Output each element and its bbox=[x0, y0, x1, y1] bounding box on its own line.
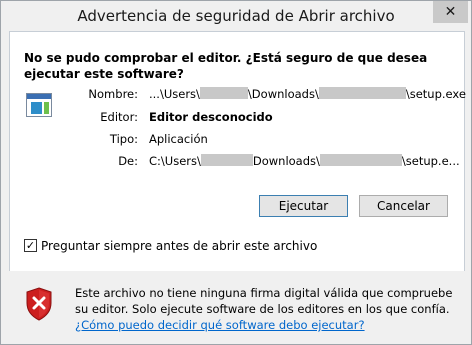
always-ask-checkbox[interactable]: ✓ bbox=[24, 239, 37, 252]
type-row: Tipo: Aplicación bbox=[10, 131, 464, 147]
close-icon: ✕ bbox=[444, 4, 457, 20]
close-button[interactable]: ✕ bbox=[433, 1, 468, 23]
title-bar[interactable]: Advertencia de seguridad de Abrir archiv… bbox=[1, 1, 471, 32]
publisher-label: Editor: bbox=[100, 110, 138, 124]
name-row: Nombre: ...\Users\ \Downloads\ \setup.exe bbox=[10, 86, 466, 102]
type-label: Tipo: bbox=[109, 132, 138, 146]
content-panel: No se pudo comprobar el editor. ¿Está se… bbox=[9, 31, 466, 273]
run-button[interactable]: Ejecutar bbox=[259, 195, 348, 217]
always-ask-label[interactable]: Preguntar siempre antes de abrir este ar… bbox=[41, 239, 317, 253]
security-shield-warning-icon bbox=[26, 287, 52, 321]
from-value-part: C:\Users\ bbox=[149, 154, 201, 168]
from-row: De: C:\Users\ Downloads\ \setup.e... bbox=[10, 153, 464, 169]
from-label: De: bbox=[118, 154, 138, 168]
from-value-part: \setup.e... bbox=[401, 154, 460, 168]
redacted-block bbox=[199, 87, 248, 99]
warning-message: Este archivo no tiene ninguna firma digi… bbox=[75, 286, 453, 316]
from-value: C:\Users\ Downloads\ \setup.e... bbox=[149, 153, 460, 169]
security-warning-dialog: Advertencia de seguridad de Abrir archiv… bbox=[0, 0, 472, 345]
redacted-block bbox=[318, 87, 406, 99]
type-value: Aplicación bbox=[149, 132, 208, 146]
from-value-part: Downloads\ bbox=[252, 154, 320, 168]
question-text: No se pudo comprobar el editor. ¿Está se… bbox=[24, 51, 428, 81]
cancel-button[interactable]: Cancelar bbox=[359, 195, 448, 217]
warning-text: Este archivo no tiene ninguna firma digi… bbox=[75, 285, 457, 333]
name-value: ...\Users\ \Downloads\ \setup.exe bbox=[149, 86, 466, 102]
redacted-block bbox=[319, 154, 402, 166]
publisher-row: Editor: Editor desconocido bbox=[10, 109, 464, 125]
publisher-value: Editor desconocido bbox=[149, 110, 273, 124]
name-label: Nombre: bbox=[88, 87, 138, 101]
help-link[interactable]: ¿Cómo puedo decidir qué software debo ej… bbox=[75, 318, 365, 332]
warning-footer: Este archivo no tiene ninguna firma digi… bbox=[1, 271, 471, 344]
dialog-title: Advertencia de seguridad de Abrir archiv… bbox=[77, 7, 395, 25]
name-value-part: \setup.exe bbox=[405, 87, 466, 101]
name-value-part: \Downloads\ bbox=[247, 87, 319, 101]
name-value-part: ...\Users\ bbox=[149, 87, 200, 101]
redacted-block bbox=[200, 154, 253, 166]
